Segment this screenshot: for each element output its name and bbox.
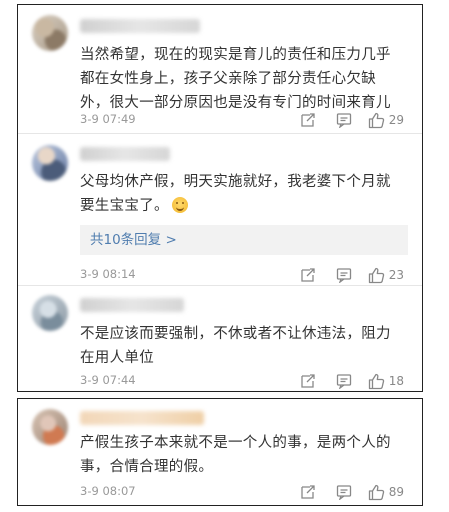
share-icon — [301, 268, 315, 282]
like-count: 23 — [388, 268, 404, 282]
comment-text: 产假生孩子本来就不是一个人的事，是两个人的 事，合情合理的假。 — [80, 435, 391, 475]
avatar[interactable] — [32, 15, 68, 51]
timestamp: 3-9 08:14 — [80, 267, 136, 281]
comment-icon — [336, 374, 352, 389]
forward-button[interactable] — [300, 266, 316, 284]
comments-panel: 当然希望，现在的现实是育儿的责任和压力几乎 都在女性身上，孩子父亲除了部分责任心… — [17, 4, 423, 392]
comment-meta: 3-9 08:14 23 — [80, 266, 412, 284]
thumbs-up-icon — [368, 267, 384, 283]
share-icon — [301, 485, 315, 499]
view-replies-link[interactable]: 共10条回复 > — [80, 225, 408, 255]
username-blurred[interactable] — [80, 147, 170, 161]
like-button[interactable]: 29 — [368, 111, 404, 129]
comment-button[interactable] — [336, 111, 352, 129]
like-button[interactable]: 23 — [368, 266, 404, 284]
like-button[interactable]: 89 — [368, 483, 404, 501]
forward-button[interactable] — [300, 372, 316, 390]
comment-item: 产假生孩子本来就不是一个人的事，是两个人的 事，合情合理的假。 3-9 08:0… — [18, 399, 422, 505]
username-blurred[interactable] — [80, 411, 204, 425]
like-count: 89 — [388, 485, 404, 499]
forward-button[interactable] — [300, 483, 316, 501]
comment-button[interactable] — [336, 483, 352, 501]
comment-text: 父母均休产假，明天实施就好，我老婆下个月就 要生宝宝了。 — [80, 174, 391, 214]
comment-icon — [336, 113, 352, 128]
thumbs-up-icon — [368, 373, 384, 389]
timestamp: 3-9 08:07 — [80, 484, 136, 498]
comment-meta: 3-9 07:44 18 — [80, 372, 412, 390]
comment-meta: 3-9 07:49 29 — [80, 111, 412, 129]
comment-item: 不是应该而要强制，不休或者不让休违法，阻力 在用人单位 3-9 07:44 18 — [18, 286, 422, 391]
forward-button[interactable] — [300, 111, 316, 129]
like-button[interactable]: 18 — [368, 372, 404, 390]
like-count: 18 — [388, 374, 404, 388]
comment-item: 当然希望，现在的现实是育儿的责任和压力几乎 都在女性身上，孩子父亲除了部分责任心… — [18, 5, 422, 133]
comments-panel-secondary: 产假生孩子本来就不是一个人的事，是两个人的 事，合情合理的假。 3-9 08:0… — [17, 398, 423, 506]
username-blurred[interactable] — [80, 298, 184, 312]
timestamp: 3-9 07:44 — [80, 373, 136, 387]
comment-item: 父母均休产假，明天实施就好，我老婆下个月就 要生宝宝了。 共10条回复 > 3-… — [18, 134, 422, 284]
share-icon — [301, 374, 315, 388]
thumbs-up-icon — [368, 112, 384, 128]
share-icon — [301, 113, 315, 127]
comment-button[interactable] — [336, 266, 352, 284]
avatar[interactable] — [32, 295, 68, 331]
comment-text: 不是应该而要强制，不休或者不让休违法，阻力 在用人单位 — [80, 326, 391, 366]
comment-icon — [336, 485, 352, 500]
avatar[interactable] — [32, 145, 68, 181]
comment-button[interactable] — [336, 372, 352, 390]
avatar[interactable] — [32, 409, 68, 445]
thumbs-up-icon — [368, 484, 384, 500]
timestamp: 3-9 07:49 — [80, 112, 136, 126]
smile-emoji-icon — [171, 197, 188, 213]
comment-icon — [336, 268, 352, 283]
username-blurred[interactable] — [80, 19, 200, 33]
comment-text: 当然希望，现在的现实是育儿的责任和压力几乎 都在女性身上，孩子父亲除了部分责任心… — [80, 47, 391, 111]
comment-meta: 3-9 08:07 89 — [80, 483, 412, 501]
like-count: 29 — [388, 113, 404, 127]
